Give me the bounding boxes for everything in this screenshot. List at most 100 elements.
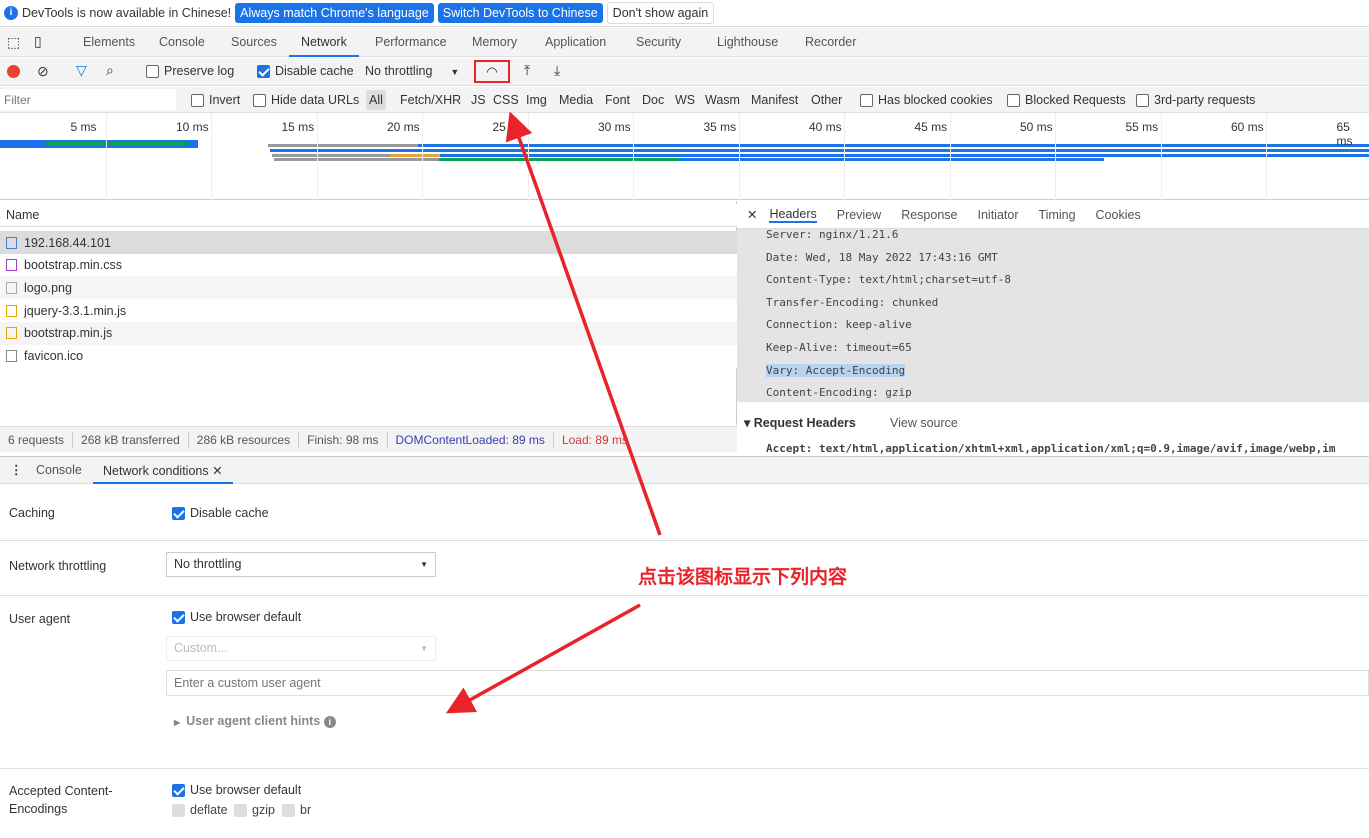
request-row[interactable]: bootstrap.min.js: [0, 321, 737, 345]
type-ws[interactable]: WS: [675, 93, 695, 107]
grid-line: [738, 113, 740, 200]
request-row[interactable]: favicon.ico: [0, 344, 737, 368]
network-overview[interactable]: 5 ms 10 ms 15 ms 20 ms 25 ms 30 ms 35 ms 40 ms 4…: [0, 113, 1369, 200]
drawer-tab-console[interactable]: Console: [36, 463, 82, 477]
grid-line: [633, 113, 634, 200]
request-row[interactable]: bootstrap.min.css: [0, 253, 737, 277]
filter-bar: Invert Hide data URLs All Fetch/XHR JS C…: [0, 87, 1369, 113]
type-doc[interactable]: Doc: [642, 93, 664, 107]
close-details-icon[interactable]: ✕: [747, 207, 757, 222]
type-media[interactable]: Media: [559, 93, 593, 107]
preserve-log-checkbox[interactable]: Preserve log: [146, 64, 234, 79]
match-language-button[interactable]: Always match Chrome's language: [235, 3, 434, 23]
view-source-link[interactable]: View source: [890, 416, 958, 430]
type-fetch-xhr[interactable]: Fetch/XHR: [400, 93, 461, 107]
record-icon[interactable]: [7, 65, 20, 78]
custom-ua-input[interactable]: [166, 670, 1369, 696]
type-other[interactable]: Other: [811, 93, 842, 107]
blocked-cookies-checkbox[interactable]: Has blocked cookies: [860, 93, 993, 108]
details-tab-response[interactable]: Response: [901, 208, 957, 222]
dont-show-button[interactable]: Don't show again: [606, 2, 715, 24]
tab-sources[interactable]: Sources: [231, 35, 277, 49]
stylesheet-icon: [6, 259, 17, 272]
type-img[interactable]: Img: [526, 93, 547, 107]
nc-disable-cache-checkbox[interactable]: Disable cache: [172, 506, 269, 521]
enc-default-checkbox[interactable]: Use browser default: [172, 783, 301, 798]
details-tab-cookies[interactable]: Cookies: [1096, 208, 1141, 222]
type-all[interactable]: All: [366, 90, 386, 110]
document-icon: [6, 236, 17, 249]
script-icon: [6, 304, 17, 317]
grid-line: [1055, 113, 1056, 200]
response-header: Keep-Alive: timeout=65: [766, 341, 912, 354]
disable-cache-checkbox[interactable]: Disable cache: [257, 64, 354, 79]
script-icon: [6, 327, 17, 340]
tab-elements[interactable]: Elements: [83, 35, 135, 49]
time-tick: 35 ms: [703, 120, 737, 134]
devtools-tabs: ⬚ ▯ Elements Console Sources Network Per…: [0, 28, 1369, 57]
caching-label: Caching: [9, 506, 55, 520]
device-toolbar-icon[interactable]: ▯: [34, 33, 42, 50]
filter-input[interactable]: [0, 89, 176, 110]
hide-data-urls-checkbox[interactable]: Hide data URLs: [253, 93, 359, 108]
type-manifest[interactable]: Manifest: [751, 93, 798, 107]
request-row[interactable]: jquery-3.3.1.min.js: [0, 299, 737, 323]
time-tick: 60 ms: [1231, 120, 1264, 134]
export-har-icon[interactable]: ⤓: [554, 62, 560, 79]
network-conditions-icon[interactable]: ◠: [474, 60, 510, 83]
blocked-requests-checkbox[interactable]: Blocked Requests: [1007, 93, 1126, 108]
type-wasm[interactable]: Wasm: [705, 93, 740, 107]
tab-performance[interactable]: Performance: [375, 35, 447, 49]
request-name: bootstrap.min.css: [24, 258, 122, 273]
details-tab-preview[interactable]: Preview: [837, 208, 881, 222]
details-tab-initiator[interactable]: Initiator: [978, 208, 1019, 222]
tab-application[interactable]: Application: [545, 35, 606, 49]
finish-time: Finish: 98 ms: [307, 432, 379, 447]
close-tab-icon[interactable]: ✕: [212, 464, 222, 478]
search-icon[interactable]: ⌕: [106, 62, 114, 79]
time-tick: 15 ms: [281, 120, 315, 134]
grid-line: [316, 113, 318, 200]
request-headers-title[interactable]: ▾ Request Headers: [744, 415, 856, 430]
file-icon: [6, 350, 17, 362]
response-header: Server: nginx/1.21.6: [766, 229, 899, 241]
third-party-checkbox[interactable]: 3rd-party requests: [1136, 93, 1255, 108]
request-row[interactable]: logo.png: [0, 276, 737, 300]
tab-memory[interactable]: Memory: [472, 35, 517, 49]
throttling-select[interactable]: No throttling ▼: [365, 64, 459, 78]
info-icon: i: [4, 6, 18, 20]
drawer-tab-network-conditions[interactable]: Network conditions ✕: [93, 457, 233, 484]
ua-client-hints-toggle[interactable]: ▶ User agent client hints i: [174, 714, 336, 728]
request-count: 6 requests: [8, 432, 65, 447]
filter-icon[interactable]: ▽: [76, 62, 87, 79]
tab-recorder[interactable]: Recorder: [805, 35, 856, 49]
details-tab-headers[interactable]: Headers: [769, 207, 817, 223]
time-tick: 10 ms: [176, 120, 209, 134]
response-header: Transfer-Encoding: chunked: [766, 295, 939, 309]
overview-bar: [268, 144, 1369, 147]
resources-size: 286 kB resources: [196, 432, 291, 447]
type-css[interactable]: CSS: [493, 93, 519, 107]
tab-network[interactable]: Network: [289, 35, 359, 57]
tab-lighthouse[interactable]: Lighthouse: [717, 35, 778, 49]
enc-br-checkbox: br: [282, 803, 311, 818]
drawer-menu-icon[interactable]: ⋮: [10, 462, 23, 477]
type-font[interactable]: Font: [605, 93, 630, 107]
nc-throttling-select[interactable]: No throttling ▼: [166, 552, 436, 577]
request-details: ✕ Headers Preview Response Initiator Tim…: [737, 201, 1369, 455]
type-js[interactable]: JS: [471, 93, 486, 107]
request-row[interactable]: 192.168.44.101: [0, 231, 737, 254]
tab-console[interactable]: Console: [159, 35, 205, 49]
invert-checkbox[interactable]: Invert: [191, 93, 240, 108]
grid-line: [1160, 113, 1162, 200]
clear-icon[interactable]: ⊘: [37, 63, 49, 80]
switch-language-button[interactable]: Switch DevTools to Chinese: [437, 3, 603, 23]
import-har-icon[interactable]: ⤒: [524, 62, 530, 79]
grid-line: [949, 113, 951, 200]
name-column-header[interactable]: Name: [0, 204, 737, 227]
inspect-element-icon[interactable]: ⬚: [7, 34, 20, 51]
throttling-label: Network throttling: [9, 559, 107, 573]
details-tab-timing[interactable]: Timing: [1039, 208, 1076, 222]
ua-default-checkbox[interactable]: Use browser default: [172, 610, 301, 625]
tab-security[interactable]: Security: [636, 35, 681, 49]
